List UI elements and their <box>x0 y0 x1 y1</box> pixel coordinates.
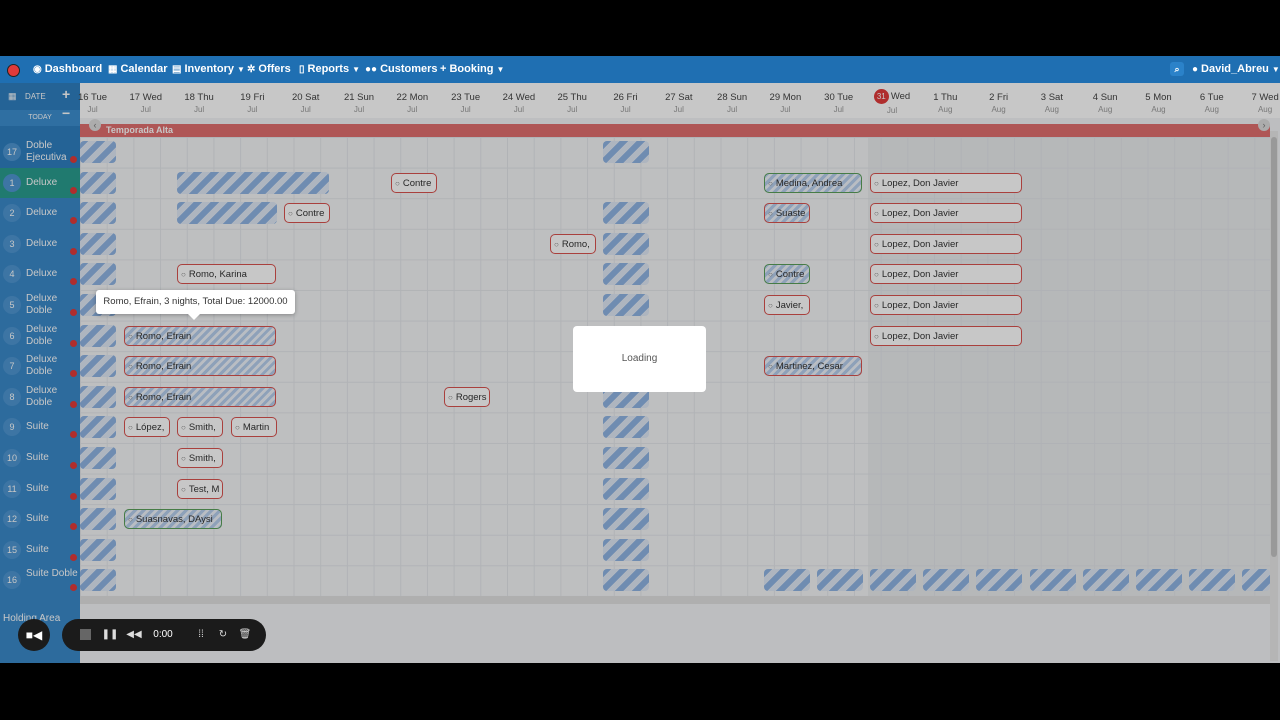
nav-dashboard[interactable]: ◉ Dashboard <box>33 56 102 83</box>
trash-icon[interactable]: 🗑 <box>236 619 254 651</box>
nav-reports[interactable]: ▯ Reports ▼ <box>299 56 360 83</box>
chevron-down-icon: ▼ <box>352 65 360 74</box>
nav-calendar[interactable]: ▦ Calendar <box>108 56 168 83</box>
inventory-icon: ▤ <box>172 64 182 75</box>
nav-offers[interactable]: ✲ Offers <box>247 56 291 83</box>
restart-icon[interactable]: ↻ <box>214 619 232 651</box>
chevron-down-icon: ▼ <box>1271 65 1280 74</box>
dashboard-icon: ◉ <box>33 64 42 75</box>
users-icon: ●● <box>365 64 378 75</box>
gear-icon: ✲ <box>247 64 256 75</box>
camera-icon[interactable]: ■◀ <box>18 619 50 651</box>
screen-recorder-bar: ■◀ ❚❚ ◀◀ 0:00 ⁞⁞ ↻ 🗑 <box>18 619 266 651</box>
top-navbar: ◉ Dashboard ▦ Calendar ▤ Inventory ▼ ✲ Offers… <box>0 56 1280 83</box>
nav-customers[interactable]: ●● Customers <box>365 56 438 83</box>
search-icon[interactable]: ⌕ <box>1170 62 1184 76</box>
chevron-down-icon: ▼ <box>496 65 505 74</box>
nav-booking[interactable]: + Booking ▼ <box>440 56 504 83</box>
grid-icon[interactable]: ⁞⁞ <box>192 619 210 651</box>
calendar-icon: ▦ <box>108 64 118 75</box>
rewind-icon[interactable]: ◀◀ <box>124 619 144 651</box>
user-icon: ● <box>1192 64 1199 75</box>
recorder-controls: ❚❚ ◀◀ 0:00 ⁞⁞ ↻ 🗑 <box>62 619 266 651</box>
user-menu[interactable]: ● David_Abreu ▼ <box>1192 56 1280 83</box>
recording-timer: 0:00 <box>153 629 173 640</box>
nav-inventory[interactable]: ▤ Inventory ▼ <box>172 56 245 83</box>
booking-tooltip: Romo, Efrain, 3 nights, Total Due: 12000… <box>96 290 295 320</box>
reports-icon: ▯ <box>299 64 305 75</box>
loading-dialog: Loading <box>573 326 706 392</box>
pause-icon[interactable]: ❚❚ <box>100 619 120 651</box>
app-window: ◉ Dashboard ▦ Calendar ▤ Inventory ▼ ✲ Offers… <box>0 56 1280 663</box>
stop-icon[interactable] <box>74 619 96 651</box>
logo-icon <box>7 64 20 77</box>
chevron-down-icon: ▼ <box>236 65 245 74</box>
